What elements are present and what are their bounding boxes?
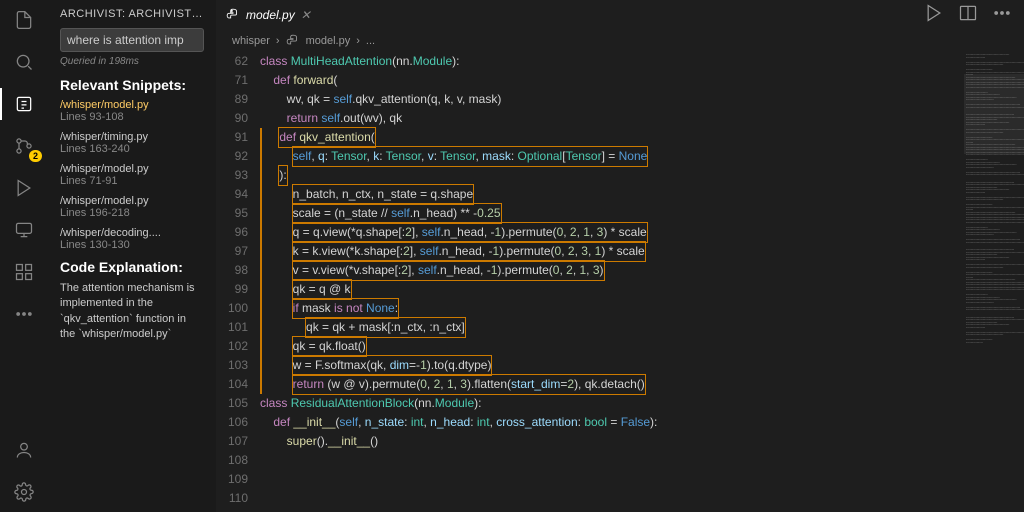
tab-model-py[interactable]: model.py ✕ [216,0,321,30]
relevant-snippets-header: Relevant Snippets: [60,77,204,93]
account-icon[interactable] [12,438,36,462]
activity-bar: 2 [0,0,48,512]
snippet-path: /whisper/model.py [60,99,204,111]
more-icon[interactable] [12,302,36,326]
snippet-lines: Lines 71-91 [60,175,204,187]
snippet-item[interactable]: /whisper/model.pyLines 93-108 [60,99,204,123]
split-icon[interactable] [958,3,978,28]
tab-label: model.py [246,8,295,22]
source-control-icon[interactable]: 2 [12,134,36,158]
sidebar-title: ARCHIVIST: ARCHIVIST ... [60,8,204,20]
snippet-item[interactable]: /whisper/model.pyLines 71-91 [60,163,204,187]
snippet-lines: Lines 130-130 [60,239,204,251]
line-numbers: 6271899091929394959697989910010110210310… [216,52,260,512]
extensions-icon[interactable] [12,260,36,284]
breadcrumb-folder[interactable]: whisper [232,35,270,47]
code-content[interactable]: class MultiHeadAttention(nn.Module): def… [260,52,964,512]
code-explanation-text: The attention mechanism is implemented i… [60,281,204,343]
code-explanation-header: Code Explanation: [60,259,204,275]
chevron-right-icon: › [276,35,280,47]
python-file-icon [286,34,300,48]
run-icon[interactable] [924,3,944,28]
python-file-icon [226,8,240,22]
minimap[interactable]: ▪▪▪▪▪▪▪▪▪▪▪▪▪▪▪▪▪▪▪▪▪▪▪▪▪▪▪▪▪▪▪▪▪▪▪▪ ▪▪▪… [964,52,1024,512]
run-debug-icon[interactable] [12,176,36,200]
snippet-lines: Lines 93-108 [60,111,204,123]
settings-icon[interactable] [12,480,36,504]
code-editor[interactable]: 6271899091929394959697989910010110210310… [216,52,1024,512]
snippet-path: /whisper/model.py [60,195,204,207]
minimap-viewport[interactable] [964,74,1024,154]
search-icon[interactable] [12,50,36,74]
archivist-icon[interactable] [12,92,36,116]
more-icon[interactable] [992,3,1012,28]
breadcrumb[interactable]: whisper › model.py › ... [216,30,1024,52]
archivist-search-input[interactable] [60,28,204,52]
sidebar: ARCHIVIST: ARCHIVIST ... Queried in 198m… [48,0,216,512]
editor-group: model.py ✕ whisper › model.py › ... 6271… [216,0,1024,512]
snippet-path: /whisper/timing.py [60,131,204,143]
snippet-lines: Lines 163-240 [60,143,204,155]
snippet-item[interactable]: /whisper/timing.pyLines 163-240 [60,131,204,155]
snippet-item[interactable]: /whisper/model.pyLines 196-218 [60,195,204,219]
close-icon[interactable]: ✕ [301,10,311,20]
snippet-path: /whisper/model.py [60,163,204,175]
query-time: Queried in 198ms [60,56,204,67]
chevron-right-icon: › [356,35,360,47]
breadcrumb-file[interactable]: model.py [306,35,351,47]
explorer-icon[interactable] [12,8,36,32]
snippet-path: /whisper/decoding.... [60,227,204,239]
scm-badge: 2 [29,150,42,162]
tab-bar: model.py ✕ [216,0,1024,30]
remote-icon[interactable] [12,218,36,242]
breadcrumb-symbol[interactable]: ... [366,35,375,47]
snippet-item[interactable]: /whisper/decoding....Lines 130-130 [60,227,204,251]
snippet-lines: Lines 196-218 [60,207,204,219]
